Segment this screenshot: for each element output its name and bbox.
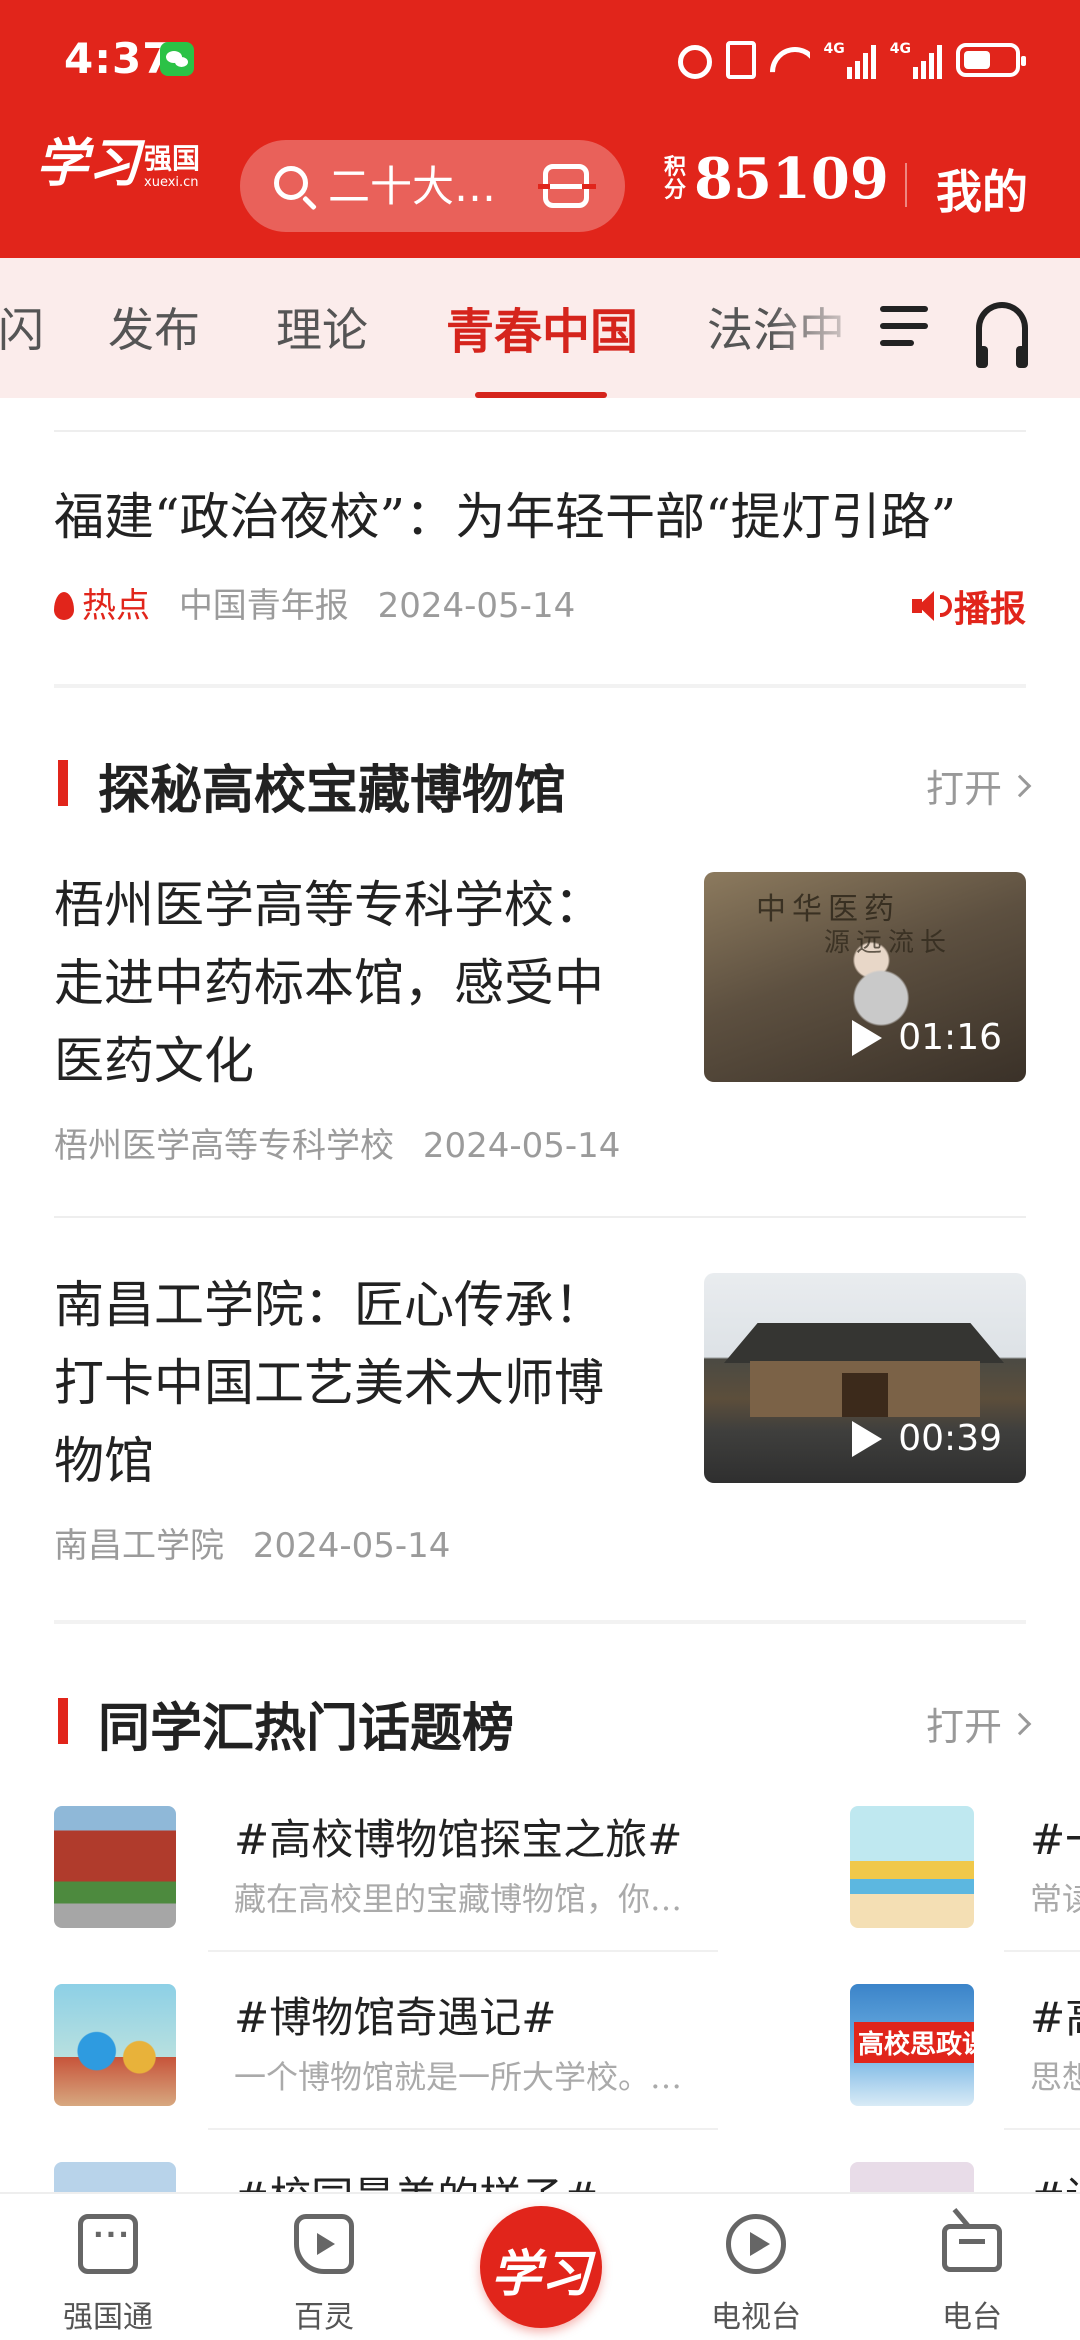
- channel-menu-icon[interactable]: [880, 306, 928, 350]
- cellular-signal-icon: 4G: [824, 41, 876, 79]
- divider: [208, 1950, 718, 1952]
- topic-image[interactable]: [54, 1806, 176, 1928]
- article-meta: 梧州医学高等专科学校 2024-05-14: [54, 1126, 621, 1166]
- article-title[interactable]: 梧州医学高等专科学校： 走进中药标本馆，感受中 医药文化: [54, 866, 644, 1100]
- section-header-topics: 同学汇热门话题榜 打开: [58, 1686, 1032, 1759]
- chevron-right-icon: [1008, 774, 1032, 797]
- radio-icon: [942, 2224, 1002, 2272]
- topic-title[interactable]: #博物馆奇遇记#: [234, 1984, 556, 2045]
- video-thumbnail[interactable]: 中华医药 源远流长 01:16: [704, 872, 1026, 1082]
- app-logo[interactable]: 学习 强国 xuexi.cn: [36, 133, 201, 194]
- play-icon: [852, 1420, 883, 1457]
- divider: [54, 1216, 1026, 1218]
- section-title: 探秘高校宝藏博物馆: [98, 760, 567, 821]
- article-title[interactable]: 福建“政治夜校”：为年轻干部“提灯引路”: [54, 478, 956, 556]
- nav-item-radio[interactable]: 电台: [882, 2194, 1062, 2340]
- headphone-icon[interactable]: [976, 302, 1028, 368]
- channel-tabs: 闪 发布 理论 青春中国 法治中: [0, 258, 1080, 398]
- article-date: 2024-05-14: [377, 586, 576, 626]
- hot-label: 热点: [82, 586, 150, 626]
- mine-button[interactable]: 我的: [936, 156, 1028, 222]
- section-header-museum: 探秘高校宝藏博物馆 打开: [58, 748, 1032, 821]
- search-icon: [274, 166, 308, 200]
- active-tab-indicator: [475, 392, 607, 398]
- divider: [1004, 1950, 1080, 1952]
- scan-icon[interactable]: [538, 164, 596, 208]
- article-source: 中国青年报: [178, 586, 349, 626]
- video-duration: 00:39: [852, 1418, 1002, 1459]
- search-bar[interactable]: [240, 140, 625, 232]
- points-value: 85109: [694, 146, 889, 212]
- tab-youth-china[interactable]: 青春中国: [446, 292, 638, 362]
- topic-desc: 思想: [1030, 2058, 1080, 2096]
- broadcast-label: 播报: [953, 589, 1026, 630]
- wifi-icon: [770, 47, 810, 79]
- topic-image[interactable]: [850, 1806, 974, 1928]
- section-open-link[interactable]: 打开: [926, 758, 1032, 813]
- wechat-notification-icon: [160, 42, 194, 76]
- topic-desc: 藏在高校里的宝藏博物馆，你…: [234, 1880, 683, 1918]
- divider: [54, 430, 1026, 432]
- speaker-icon: [911, 591, 952, 621]
- points-display[interactable]: 积分 85109: [664, 146, 889, 212]
- section-open-link[interactable]: 打开: [926, 1696, 1032, 1751]
- battery-icon: [956, 43, 1026, 77]
- topic-desc: 一个博物馆就是一所大学校。…: [234, 2058, 683, 2096]
- play-icon: [852, 1019, 883, 1056]
- app-header: 4:37 4G 4G 学习 强国 xuexi.cn 积分: [0, 0, 1080, 258]
- topic-image[interactable]: 高校思政课: [850, 1984, 974, 2106]
- tab-publish[interactable]: 发布: [108, 294, 200, 360]
- section-title: 同学汇热门话题榜: [98, 1698, 515, 1759]
- vibrate-icon: [725, 41, 756, 79]
- broadcast-button[interactable]: 播报: [911, 580, 1026, 632]
- article-meta: 热点 中国青年报 2024-05-14: [54, 578, 575, 627]
- tab-partial-left[interactable]: 闪: [0, 294, 44, 360]
- topic-title[interactable]: #高: [1030, 1984, 1080, 2045]
- topic-image[interactable]: [54, 1984, 176, 2106]
- article-title[interactable]: 南昌工学院：匠心传承！ 打卡中国工艺美术大师博 物馆: [54, 1266, 644, 1500]
- header-divider: [905, 163, 907, 207]
- chat-icon: [78, 2211, 138, 2274]
- play-circle-icon: [726, 2214, 786, 2274]
- topic-desc: 常读: [1030, 1880, 1080, 1918]
- section-divider: [54, 684, 1026, 688]
- cellular-signal-icon-2: 4G: [890, 41, 942, 79]
- topic-title[interactable]: #一: [1030, 1806, 1080, 1867]
- topic-image[interactable]: [54, 2162, 176, 2192]
- nav-item-qiangguotong[interactable]: 强国通: [18, 2194, 198, 2340]
- topic-image-tag: 高校思政课: [854, 2022, 974, 2063]
- logo-domain: xuexi.cn: [144, 175, 199, 190]
- points-label: 积分: [664, 154, 687, 203]
- search-input[interactable]: [328, 162, 528, 211]
- status-bar: 4:37 4G 4G: [0, 0, 1080, 120]
- article-meta: 南昌工学院 2024-05-14: [54, 1526, 451, 1566]
- section-divider: [54, 1620, 1026, 1624]
- fire-icon: [54, 592, 74, 620]
- logo-name: 强国: [144, 142, 201, 176]
- topic-title[interactable]: #高校博物馆探宝之旅#: [234, 1806, 682, 1867]
- logo-script: 学习: [36, 133, 141, 194]
- tab-fade: [770, 258, 870, 398]
- bottom-nav: 强国通 百灵 学习 电视台 电台: [0, 2192, 1080, 2340]
- alarm-icon: [677, 45, 712, 79]
- play-square-icon: [294, 2214, 354, 2274]
- status-icons: 4G 4G: [677, 38, 1026, 82]
- nav-item-tv[interactable]: 电视台: [666, 2194, 846, 2340]
- section-accent-bar: [58, 760, 68, 806]
- video-thumbnail[interactable]: 00:39: [704, 1273, 1026, 1483]
- topic-image[interactable]: [850, 2162, 974, 2192]
- status-time: 4:37: [64, 34, 173, 83]
- center-study-button[interactable]: 学习: [480, 2206, 602, 2328]
- nav-item-bailing[interactable]: 百灵: [234, 2194, 414, 2340]
- divider: [208, 2128, 718, 2130]
- section-accent-bar: [58, 1698, 68, 1744]
- video-duration: 01:16: [852, 1017, 1002, 1058]
- divider: [1004, 2128, 1080, 2130]
- chevron-right-icon: [1008, 1712, 1032, 1735]
- tab-theory[interactable]: 理论: [276, 294, 368, 360]
